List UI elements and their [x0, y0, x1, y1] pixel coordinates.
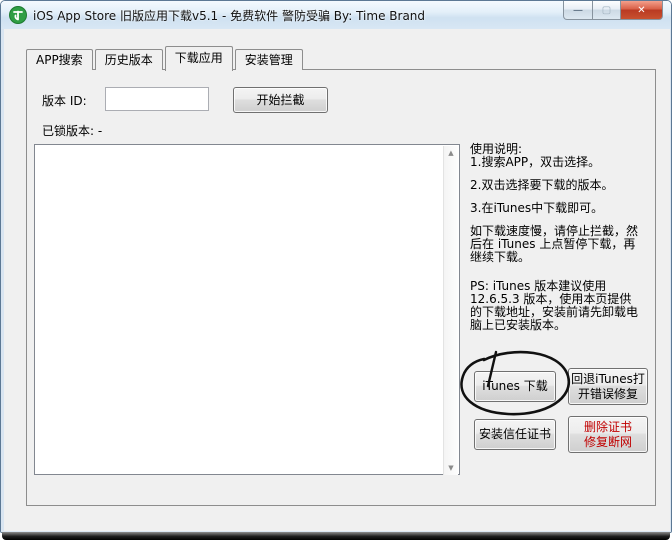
scroll-up-icon[interactable]: ▲ — [448, 146, 453, 160]
instruction-line: 脑上已安装版本。 — [470, 318, 567, 332]
itunes-download-button[interactable]: iTunes 下载 — [474, 371, 556, 402]
locked-version-label: 已锁版本: - — [42, 124, 103, 138]
tab-history-version[interactable]: 历史版本 — [94, 49, 163, 70]
app-icon — [9, 6, 27, 24]
rollback-itunes-fix-button[interactable]: 回退iTunes打 开错误修复 — [568, 368, 648, 405]
instruction-line — [470, 264, 654, 280]
instruction-line: 2.双击选择要下载的版本。 — [470, 178, 614, 192]
minimize-button[interactable]: — — [563, 1, 593, 20]
screen: iOS App Store 旧版应用下载v5.1 - 免费软件 警防受骗 By:… — [0, 0, 672, 540]
close-button[interactable]: ✕ — [621, 1, 663, 20]
tab-strip: APP搜索 历史版本 下载应用 安装管理 — [26, 46, 305, 71]
instruction-line: 1.搜索APP，双击选择。 — [470, 155, 601, 169]
maximize-button[interactable]: ▢ — [593, 1, 621, 20]
tab-app-search[interactable]: APP搜索 — [26, 49, 93, 70]
listbox-scrollbar[interactable]: ▲ ▼ — [443, 146, 458, 475]
usage-instructions: 使用说明: 1.搜索APP，双击选择。 2.双击选择要下载的版本。 3.在iTu… — [470, 143, 654, 332]
instruction-line: 继续下载。 — [470, 250, 531, 264]
tab-download-app[interactable]: 下载应用 — [164, 46, 233, 71]
version-id-input[interactable] — [105, 87, 209, 111]
app-window: iOS App Store 旧版应用下载v5.1 - 免费软件 警防受骗 By:… — [0, 0, 672, 533]
start-intercept-button[interactable]: 开始拦截 — [233, 87, 328, 113]
scroll-down-icon[interactable]: ▼ — [448, 461, 453, 475]
install-trust-cert-button[interactable]: 安装信任证书 — [474, 419, 556, 450]
tab-install-manage[interactable]: 安装管理 — [234, 49, 303, 70]
window-title: iOS App Store 旧版应用下载v5.1 - 免费软件 警防受骗 By:… — [33, 8, 426, 23]
window-controls: — ▢ ✕ — [563, 1, 663, 20]
tab-page-download: 版本 ID: 开始拦截 已锁版本: - ▲ ▼ 使用说明: 1.搜索APP，双击… — [26, 69, 656, 506]
delete-cert-fix-network-button[interactable]: 删除证书 修复断网 — [568, 416, 648, 453]
instruction-line: 3.在iTunes中下载即可。 — [470, 201, 604, 215]
window-drop-shadow — [2, 532, 670, 540]
title-bar[interactable]: iOS App Store 旧版应用下载v5.1 - 免费软件 警防受骗 By:… — [1, 1, 671, 29]
version-id-label: 版本 ID: — [42, 94, 87, 108]
results-listbox[interactable]: ▲ ▼ — [34, 144, 460, 475]
